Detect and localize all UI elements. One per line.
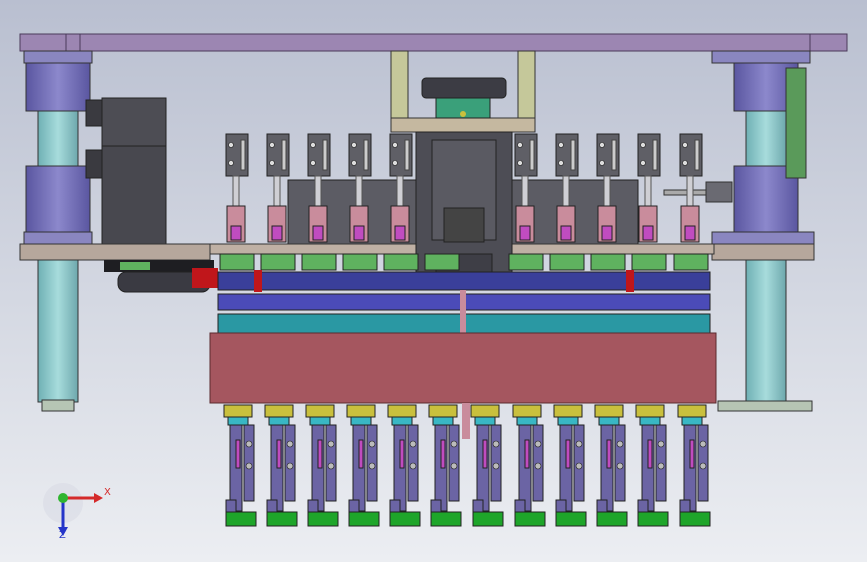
- gear: [424, 253, 460, 271]
- x-axis-label: X: [104, 487, 111, 498]
- assembly-drawing: [0, 0, 867, 562]
- top-plate: [19, 33, 848, 52]
- gear: [301, 253, 337, 271]
- gear: [549, 253, 585, 271]
- gear: [631, 253, 667, 271]
- z-axis-label: Z: [59, 530, 66, 541]
- gear: [383, 253, 419, 271]
- gear: [260, 253, 296, 271]
- cad-viewport[interactable]: X Z: [0, 0, 867, 562]
- gear: [342, 253, 378, 271]
- gear: [219, 253, 255, 271]
- gear: [508, 253, 544, 271]
- gear: [673, 253, 709, 271]
- main-block: [209, 332, 717, 404]
- gear: [590, 253, 626, 271]
- center-rod: [462, 403, 470, 439]
- gear-rows: [217, 270, 711, 336]
- left-belt: [104, 260, 218, 293]
